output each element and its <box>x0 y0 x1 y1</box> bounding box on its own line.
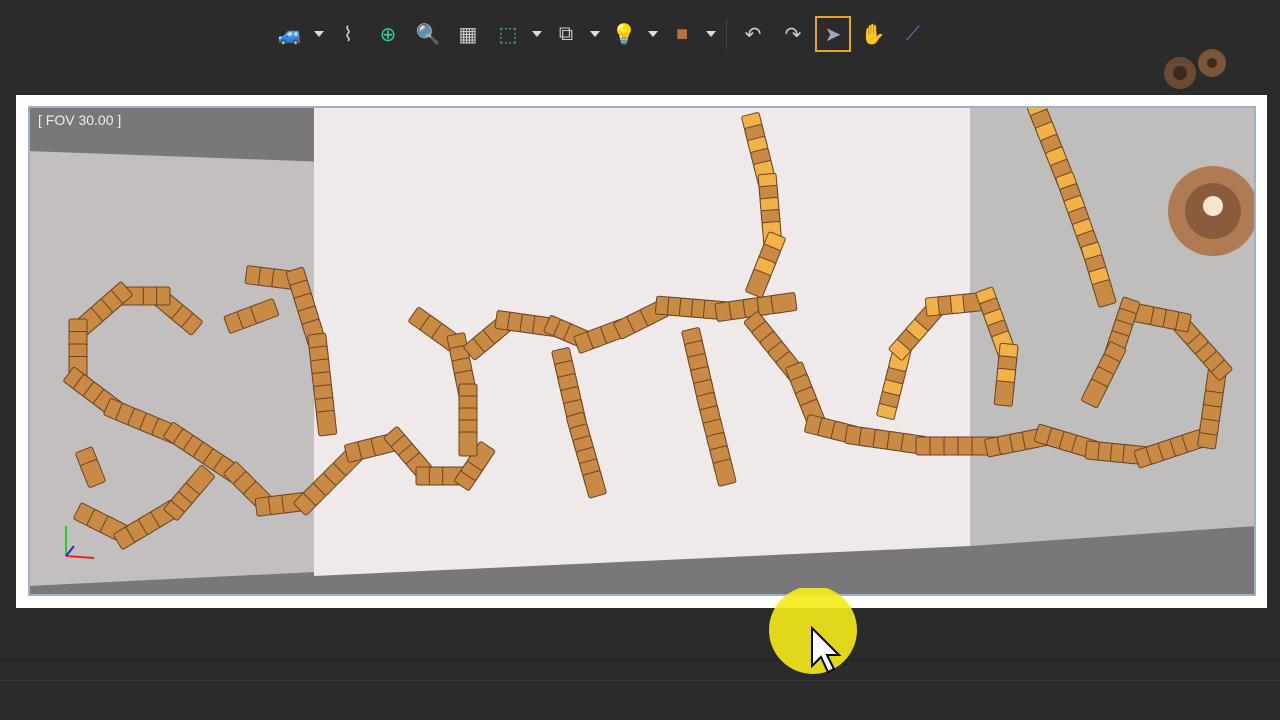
camera-car-button[interactable]: 🚙 <box>272 16 308 52</box>
dropdown-arrow-icon[interactable] <box>648 31 658 37</box>
redo-icon: ↷ <box>784 23 802 46</box>
domino <box>993 380 1015 407</box>
redo-button[interactable]: ↷ <box>775 16 811 52</box>
domino <box>458 431 478 457</box>
frame-all-icon: ⊕ <box>379 23 397 46</box>
axis-gizmo-icon <box>65 526 95 559</box>
undo-button[interactable]: ↶ <box>735 16 771 52</box>
light-bulb-button[interactable]: 💡 <box>606 16 642 52</box>
undo-icon: ↶ <box>744 23 762 46</box>
cube-icon: ■ <box>675 22 689 45</box>
toolbar-separator <box>726 19 727 49</box>
camera-car-icon: 🚙 <box>277 23 303 46</box>
hand-pan-icon: ✋ <box>860 23 886 46</box>
select-arrow-icon: ➤ <box>824 23 842 46</box>
dropdown-arrow-icon[interactable] <box>590 31 600 37</box>
select-arrow-button[interactable]: ➤ <box>815 16 851 52</box>
rectangle-select-icon: ⬚ <box>498 23 518 46</box>
scene-canvas[interactable] <box>28 106 1256 596</box>
light-bulb-icon: 💡 <box>611 23 637 46</box>
divider <box>0 680 1280 681</box>
divider <box>0 660 1280 661</box>
zoom-icon: 🔍 <box>415 23 441 46</box>
dropdown-arrow-icon[interactable] <box>314 31 324 37</box>
gear-logo-icon <box>1150 45 1240 100</box>
hand-pan-button[interactable]: ✋ <box>855 16 891 52</box>
copy-transform-button[interactable]: ⧉ <box>548 16 584 52</box>
zoom-button[interactable]: 🔍 <box>410 16 446 52</box>
frame-all-button[interactable]: ⊕ <box>370 16 406 52</box>
axis-add-remove-button[interactable]: ⟋ <box>895 16 931 52</box>
safe-frame-area <box>314 108 970 576</box>
copy-transform-icon: ⧉ <box>558 22 574 45</box>
grid-floor-icon: ▦ <box>458 23 478 46</box>
grid-floor-button[interactable]: ▦ <box>450 16 486 52</box>
mouse-cursor <box>768 586 868 693</box>
domino <box>770 292 798 314</box>
rectangle-select-button[interactable]: ⬚ <box>490 16 526 52</box>
spline-light-button[interactable]: ⌇ <box>330 16 366 52</box>
cube-button[interactable]: ■ <box>664 16 700 52</box>
spline-light-icon: ⌇ <box>343 23 353 46</box>
viewport-frame: [ FOV 30.00 ] <box>16 95 1267 608</box>
axis-add-remove-icon: ⟋ <box>906 22 920 45</box>
gear-object <box>1168 166 1254 256</box>
main-toolbar: 🚙 ⌇ ⊕ 🔍 ▦ ⬚ ⧉ 💡 ■ ↶ ↷ ➤ ✋ ⟋ <box>272 14 931 54</box>
dropdown-arrow-icon[interactable] <box>706 31 716 37</box>
3d-viewport[interactable]: [ FOV 30.00 ] <box>28 106 1256 596</box>
dropdown-arrow-icon[interactable] <box>532 31 542 37</box>
domino <box>316 409 338 437</box>
fov-label: [ FOV 30.00 ] <box>38 112 122 128</box>
